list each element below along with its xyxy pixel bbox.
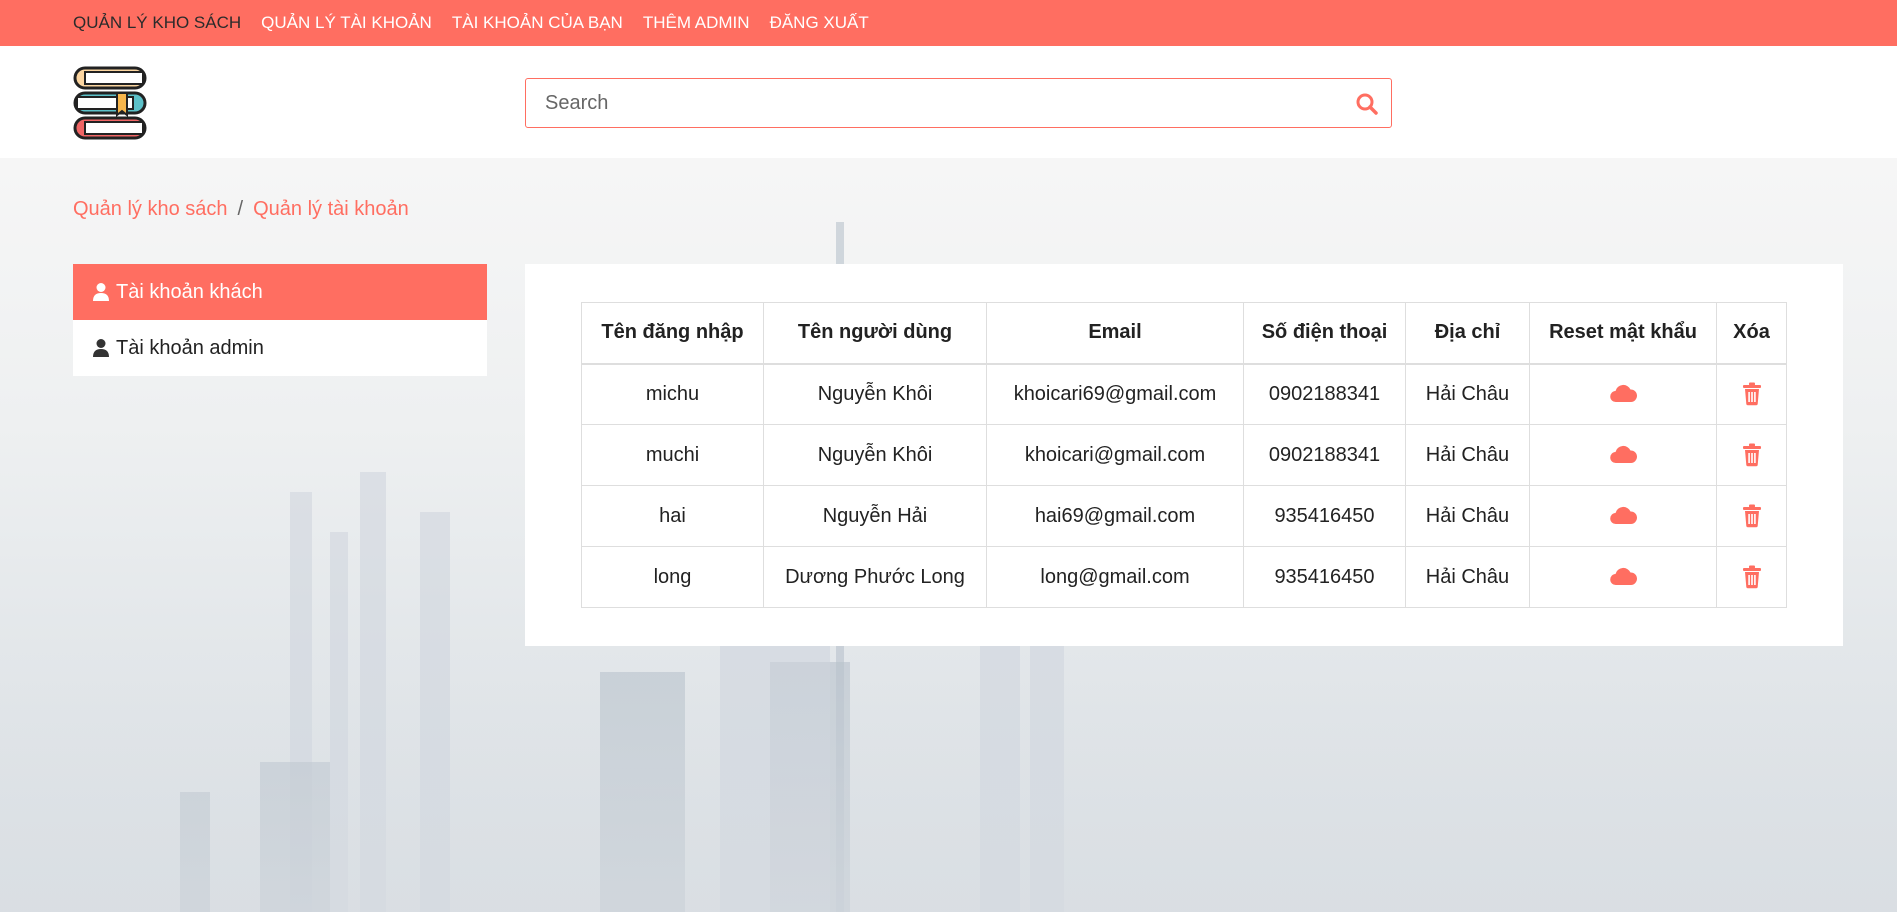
cell-fullname: Nguyễn Khôi bbox=[763, 363, 987, 425]
cell-delete bbox=[1716, 485, 1787, 547]
cloud-icon[interactable] bbox=[1609, 565, 1638, 589]
user-icon bbox=[93, 283, 109, 301]
cell-fullname: Nguyễn Hải bbox=[763, 485, 987, 547]
breadcrumb-book-management[interactable]: Quản lý kho sách bbox=[73, 198, 228, 220]
header-username: Tên đăng nhập bbox=[581, 302, 764, 365]
header-phone: Số điện thoại bbox=[1243, 302, 1406, 365]
nav-item-add-admin[interactable]: THÊM ADMIN bbox=[643, 13, 750, 33]
nav-item-book-management[interactable]: QUẢN LÝ KHO SÁCH bbox=[73, 13, 241, 33]
table-header-row: Tên đăng nhập Tên người dùng Email Số đi… bbox=[581, 302, 1787, 365]
cell-email: long@gmail.com bbox=[986, 546, 1244, 608]
sidebar-item-label: Tài khoản khách bbox=[116, 280, 263, 303]
trash-icon[interactable] bbox=[1742, 443, 1762, 467]
header-email: Email bbox=[986, 302, 1244, 365]
breadcrumb-account-management[interactable]: Quản lý tài khoản bbox=[253, 198, 409, 220]
header bbox=[0, 46, 1897, 158]
cell-delete bbox=[1716, 424, 1787, 486]
books-logo-icon[interactable] bbox=[71, 64, 149, 142]
sidebar-item-label: Tài khoản admin bbox=[116, 336, 264, 359]
trash-icon[interactable] bbox=[1742, 382, 1762, 406]
cell-phone: 935416450 bbox=[1243, 485, 1406, 547]
table-row: long Dương Phước Long long@gmail.com 935416… bbox=[581, 546, 1787, 608]
accounts-panel: Tên đăng nhập Tên người dùng Email Số đi… bbox=[525, 264, 1843, 646]
table-row: hai Nguyễn Hải hai69@gmail.com 935416450 Hải… bbox=[581, 485, 1787, 547]
cell-username: hai bbox=[581, 485, 764, 547]
header-fullname: Tên người dùng bbox=[763, 302, 987, 365]
user-icon bbox=[93, 339, 109, 357]
cell-address: Hải Châu bbox=[1405, 546, 1530, 608]
cloud-icon[interactable] bbox=[1609, 443, 1638, 467]
cell-username: long bbox=[581, 546, 764, 608]
cell-delete bbox=[1716, 546, 1787, 608]
sidebar: Tài khoản khách Tài khoản admin bbox=[73, 264, 487, 376]
cell-reset-password bbox=[1529, 424, 1717, 486]
cell-email: khoicari@gmail.com bbox=[986, 424, 1244, 486]
breadcrumb-separator: / bbox=[237, 198, 244, 220]
search-input[interactable] bbox=[526, 79, 1391, 127]
sidebar-item-admin-accounts[interactable]: Tài khoản admin bbox=[73, 320, 487, 376]
nav-item-account-management[interactable]: QUẢN LÝ TÀI KHOẢN bbox=[261, 13, 432, 33]
cell-reset-password bbox=[1529, 485, 1717, 547]
breadcrumb: Quản lý kho sách / Quản lý tài khoản bbox=[73, 198, 409, 221]
trash-icon[interactable] bbox=[1742, 504, 1762, 528]
cell-fullname: Nguyễn Khôi bbox=[763, 424, 987, 486]
cell-reset-password bbox=[1529, 363, 1717, 425]
cell-address: Hải Châu bbox=[1405, 424, 1530, 486]
header-address: Địa chỉ bbox=[1405, 302, 1530, 365]
nav-item-your-account[interactable]: TÀI KHOẢN CỦA BẠN bbox=[452, 13, 623, 33]
cell-phone: 0902188341 bbox=[1243, 424, 1406, 486]
cell-reset-password bbox=[1529, 546, 1717, 608]
table-row: michu Nguyễn Khôi khoicari69@gmail.com 0902… bbox=[581, 363, 1787, 425]
accounts-table: Tên đăng nhập Tên người dùng Email Số đi… bbox=[581, 302, 1787, 608]
cell-address: Hải Châu bbox=[1405, 363, 1530, 425]
nav-item-logout[interactable]: ĐĂNG XUẤT bbox=[770, 13, 869, 33]
cloud-icon[interactable] bbox=[1609, 382, 1638, 406]
cell-phone: 0902188341 bbox=[1243, 363, 1406, 425]
cell-address: Hải Châu bbox=[1405, 485, 1530, 547]
search-icon[interactable] bbox=[1355, 92, 1379, 116]
cell-fullname: Dương Phước Long bbox=[763, 546, 987, 608]
header-delete: Xóa bbox=[1716, 302, 1787, 365]
cloud-icon[interactable] bbox=[1609, 504, 1638, 528]
cell-email: hai69@gmail.com bbox=[986, 485, 1244, 547]
cell-phone: 935416450 bbox=[1243, 546, 1406, 608]
header-reset-password: Reset mật khẩu bbox=[1529, 302, 1717, 365]
top-navbar: QUẢN LÝ KHO SÁCH QUẢN LÝ TÀI KHOẢN TÀI K… bbox=[0, 0, 1897, 46]
cell-username: muchi bbox=[581, 424, 764, 486]
table-row: muchi Nguyễn Khôi khoicari@gmail.com 090218… bbox=[581, 424, 1787, 486]
sidebar-item-customer-accounts[interactable]: Tài khoản khách bbox=[73, 264, 487, 320]
cell-delete bbox=[1716, 363, 1787, 425]
cell-email: khoicari69@gmail.com bbox=[986, 363, 1244, 425]
search-box bbox=[525, 78, 1392, 128]
trash-icon[interactable] bbox=[1742, 565, 1762, 589]
cell-username: michu bbox=[581, 363, 764, 425]
